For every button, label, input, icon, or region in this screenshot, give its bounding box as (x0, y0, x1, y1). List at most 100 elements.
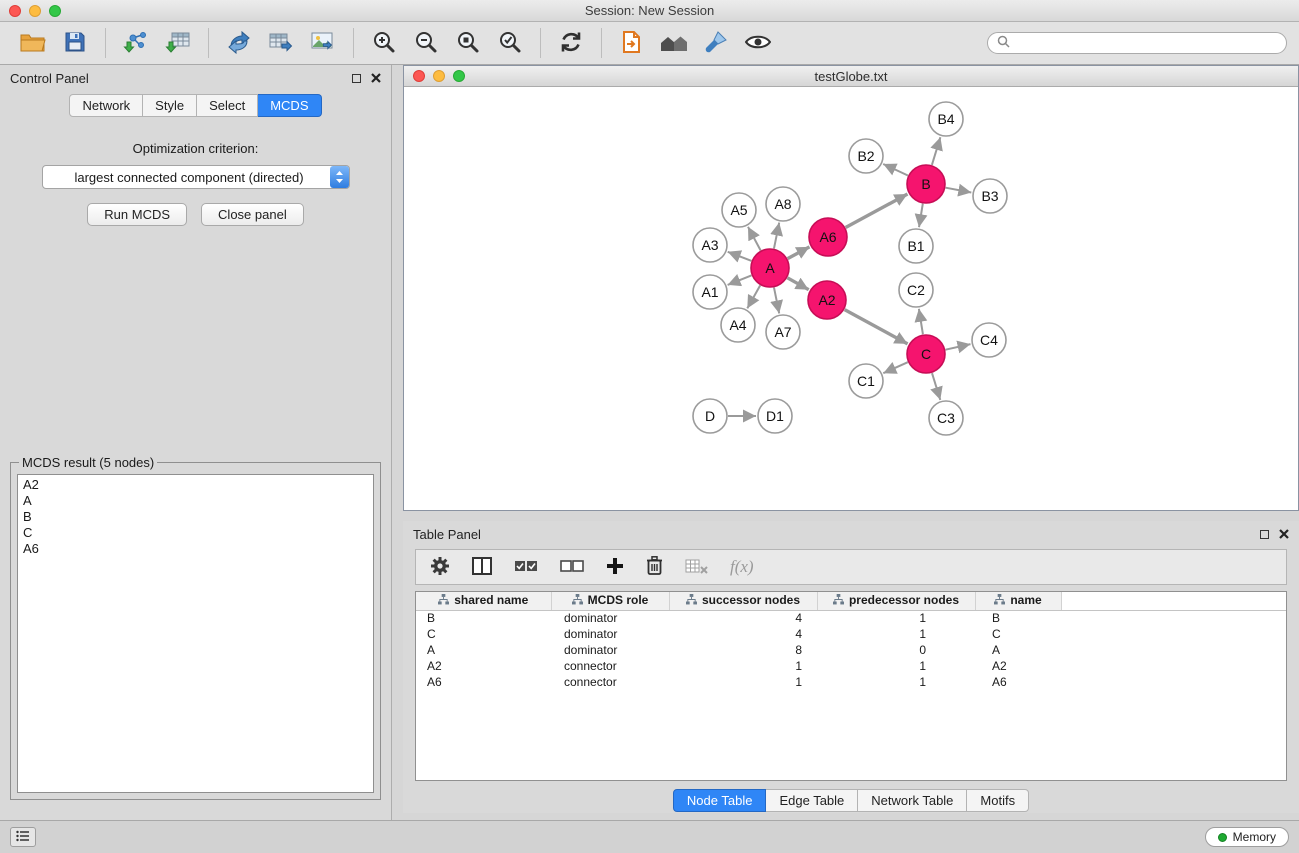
graph-node-A3[interactable]: A3 (693, 228, 727, 262)
graph-edge-A-A3[interactable] (728, 252, 752, 261)
create-column-button[interactable] (606, 557, 624, 578)
table-cell[interactable]: A6 (975, 674, 1061, 690)
minimize-window-button[interactable] (29, 5, 41, 17)
table-row[interactable]: Cdominator41C (416, 626, 1286, 642)
save-session-button[interactable] (54, 25, 96, 61)
close-panel-button[interactable]: Close panel (201, 203, 304, 226)
minimize-network-window-button[interactable] (433, 70, 445, 82)
graph-edge-A6-B[interactable] (846, 194, 908, 228)
table-cell[interactable]: B (416, 610, 551, 626)
table-row[interactable]: A6connector11A6 (416, 674, 1286, 690)
table-cell[interactable]: B (975, 610, 1061, 626)
graph-edge-A-A5[interactable] (748, 227, 761, 251)
optimization-criterion-select[interactable]: largest connected component (directed) (42, 165, 350, 189)
graph-edge-A-A2[interactable] (787, 278, 808, 290)
tab-edge-table[interactable]: Edge Table (766, 789, 858, 812)
table-cell[interactable]: A6 (416, 674, 551, 690)
apply-layout-button[interactable] (550, 25, 592, 61)
function-builder-button[interactable]: f(x) (730, 557, 754, 577)
tab-motifs[interactable]: Motifs (967, 789, 1029, 812)
table-settings-button[interactable] (430, 556, 450, 579)
delete-column-button[interactable] (646, 555, 663, 579)
graph-node-B3[interactable]: B3 (973, 179, 1007, 213)
table-cell[interactable]: C (416, 626, 551, 642)
unselect-all-columns-button[interactable] (560, 559, 584, 576)
run-mcds-button[interactable]: Run MCDS (87, 203, 187, 226)
mcds-result-item[interactable]: A2 (23, 477, 368, 493)
graph-edge-A-A6[interactable] (788, 247, 810, 259)
graph-node-C2[interactable]: C2 (899, 273, 933, 307)
style-brush-button[interactable] (695, 25, 737, 61)
new-network-button[interactable] (218, 25, 260, 61)
mcds-result-item[interactable]: A (23, 493, 368, 509)
network-canvas[interactable]: B4B2BB3A8A5A6A3B1AC2A1A2A4A7C4CC1C3DD1 (404, 87, 1298, 510)
tab-style[interactable]: Style (143, 94, 197, 117)
export-table-button[interactable] (260, 25, 302, 61)
column-header-successor-nodes[interactable]: successor nodes (669, 592, 817, 610)
graph-node-D[interactable]: D (693, 399, 727, 433)
table-cell[interactable]: connector (551, 658, 669, 674)
table-cell[interactable]: A (416, 642, 551, 658)
delete-table-button[interactable] (685, 558, 708, 577)
open-session-button[interactable] (12, 25, 54, 61)
graph-edge-A2-C[interactable] (845, 310, 908, 344)
mcds-result-list[interactable]: A2ABCA6 (17, 474, 374, 793)
close-table-panel-icon[interactable] (1279, 527, 1289, 542)
graph-node-B2[interactable]: B2 (849, 139, 883, 173)
memory-button[interactable]: Memory (1205, 827, 1289, 847)
table-cell[interactable]: 4 (669, 610, 817, 626)
zoom-in-button[interactable] (363, 25, 405, 61)
table-row[interactable]: A2connector11A2 (416, 658, 1286, 674)
graph-node-C4[interactable]: C4 (972, 323, 1006, 357)
graph-node-A2[interactable]: A2 (808, 281, 846, 319)
zoom-selected-button[interactable] (489, 25, 531, 61)
search-input[interactable] (1016, 36, 1277, 50)
graph-edge-A-A4[interactable] (747, 285, 760, 308)
graph-node-D1[interactable]: D1 (758, 399, 792, 433)
table-cell[interactable]: A (975, 642, 1061, 658)
close-network-window-button[interactable] (413, 70, 425, 82)
tab-node-table[interactable]: Node Table (673, 789, 767, 812)
first-neighbors-button[interactable] (611, 25, 653, 61)
table-cell[interactable]: dominator (551, 642, 669, 658)
search-field[interactable] (987, 32, 1287, 54)
task-history-button[interactable] (10, 827, 36, 847)
column-header-predecessor-nodes[interactable]: predecessor nodes (817, 592, 975, 610)
table-cell[interactable]: 1 (817, 626, 975, 642)
zoom-out-button[interactable] (405, 25, 447, 61)
graph-edge-C-C1[interactable] (883, 362, 908, 373)
graph-node-B1[interactable]: B1 (899, 229, 933, 263)
graph-edge-A-A1[interactable] (728, 275, 752, 285)
table-cell[interactable]: 1 (669, 658, 817, 674)
table-cell[interactable]: 1 (669, 674, 817, 690)
mcds-result-item[interactable]: A6 (23, 541, 368, 557)
table-cell[interactable]: 1 (817, 674, 975, 690)
import-network-button[interactable] (115, 25, 157, 61)
select-all-columns-button[interactable] (514, 559, 538, 576)
zoom-fit-button[interactable] (447, 25, 489, 61)
close-window-button[interactable] (9, 5, 21, 17)
graphspace-button[interactable] (653, 25, 695, 61)
show-hide-button[interactable] (737, 25, 779, 61)
tab-mcds[interactable]: MCDS (258, 94, 321, 117)
graph-node-A5[interactable]: A5 (722, 193, 756, 227)
table-cell[interactable]: 1 (817, 658, 975, 674)
table-row[interactable]: Bdominator41B (416, 610, 1286, 626)
import-table-button[interactable] (157, 25, 199, 61)
show-columns-button[interactable] (472, 557, 492, 578)
graph-edge-A-A7[interactable] (774, 288, 779, 314)
graph-node-A6[interactable]: A6 (809, 218, 847, 256)
graph-node-B4[interactable]: B4 (929, 102, 963, 136)
graph-edge-C-C4[interactable] (946, 344, 971, 350)
table-cell[interactable]: dominator (551, 626, 669, 642)
graph-node-C[interactable]: C (907, 335, 945, 373)
graph-node-C3[interactable]: C3 (929, 401, 963, 435)
table-cell[interactable]: A2 (416, 658, 551, 674)
graph-node-A1[interactable]: A1 (693, 275, 727, 309)
graph-edge-C-C3[interactable] (932, 373, 940, 400)
zoom-network-window-button[interactable] (453, 70, 465, 82)
mcds-result-item[interactable]: B (23, 509, 368, 525)
graph-edge-B-B2[interactable] (883, 164, 908, 176)
table-cell[interactable]: 0 (817, 642, 975, 658)
table-cell[interactable]: dominator (551, 610, 669, 626)
